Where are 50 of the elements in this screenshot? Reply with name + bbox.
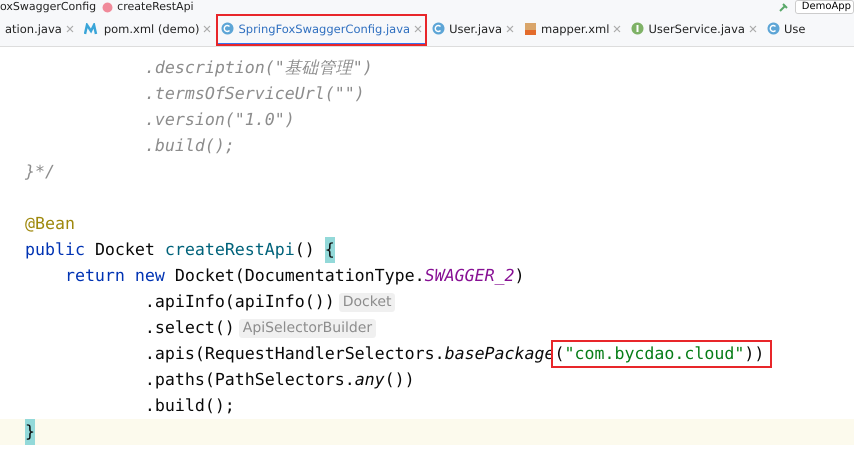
- highlighted-string: ("com.bycdao.cloud")): [550, 340, 772, 368]
- close-icon[interactable]: [414, 24, 422, 32]
- interface-icon: [631, 22, 644, 35]
- editor-tab[interactable]: User.java: [427, 14, 519, 46]
- class-icon: [766, 22, 780, 35]
- breadcrumb-item[interactable]: oxSwaggerConfig: [0, 1, 96, 13]
- code-token: createRestApi: [164, 239, 295, 261]
- code-token: .apiInfo(apiInfo()): [144, 291, 335, 313]
- close-icon[interactable]: [66, 24, 74, 32]
- hammer-icon[interactable]: [778, 2, 789, 12]
- editor-tab[interactable]: pom.xml (demo): [78, 14, 216, 46]
- code-token: ()): [384, 369, 415, 391]
- code-token: (): [294, 239, 316, 261]
- code-token: .build();: [144, 135, 235, 157]
- code-token: .termsOfServiceUrl(""): [144, 83, 365, 105]
- code-token: }: [25, 419, 35, 445]
- code-token: any: [354, 369, 385, 391]
- close-icon[interactable]: [203, 24, 212, 32]
- xml-file-icon: [524, 22, 537, 36]
- editor-tab[interactable]: UserService.java: [626, 14, 762, 46]
- class-icon: [432, 22, 446, 35]
- close-icon[interactable]: [613, 24, 622, 32]
- code-token: SWAGGER_2: [424, 265, 515, 287]
- code-token: ): [514, 265, 525, 287]
- editor-tab[interactable]: ation.java: [0, 14, 79, 46]
- code-token: Docket: [94, 239, 156, 261]
- code-token: return new: [64, 265, 166, 287]
- method-icon: [102, 2, 114, 12]
- code-token: {: [324, 237, 335, 263]
- close-icon[interactable]: [506, 24, 514, 32]
- code-token: public: [25, 239, 86, 261]
- editor-tab[interactable]: mapper.xml: [519, 14, 626, 46]
- breadcrumb-item[interactable]: createRestApi: [117, 1, 194, 13]
- class-icon: [221, 22, 234, 35]
- maven-icon: [84, 22, 100, 34]
- editor-tab[interactable]: Use: [762, 14, 810, 46]
- type-hint: Docket: [338, 292, 396, 312]
- code-token: .build();: [144, 395, 235, 417]
- code-token: .paths(PathSelectors.: [144, 369, 355, 391]
- code-token: .version("1.0"): [144, 109, 295, 131]
- close-icon[interactable]: [748, 24, 757, 32]
- code-token: }*/: [25, 161, 55, 183]
- type-hint: ApiSelectorBuilder: [238, 318, 376, 338]
- code-token: @Bean: [25, 213, 75, 235]
- code-token: .select(): [144, 317, 235, 339]
- code-token: Docket(DocumentationType.: [174, 265, 425, 287]
- editor-tab[interactable]: SpringFoxSwaggerConfig.java: [216, 14, 428, 46]
- run-config-button[interactable]: DemoApp: [794, 0, 854, 14]
- code-token: .description("基础管理"): [144, 57, 373, 79]
- code-token: .apis(RequestHandlerSelectors.: [144, 343, 445, 365]
